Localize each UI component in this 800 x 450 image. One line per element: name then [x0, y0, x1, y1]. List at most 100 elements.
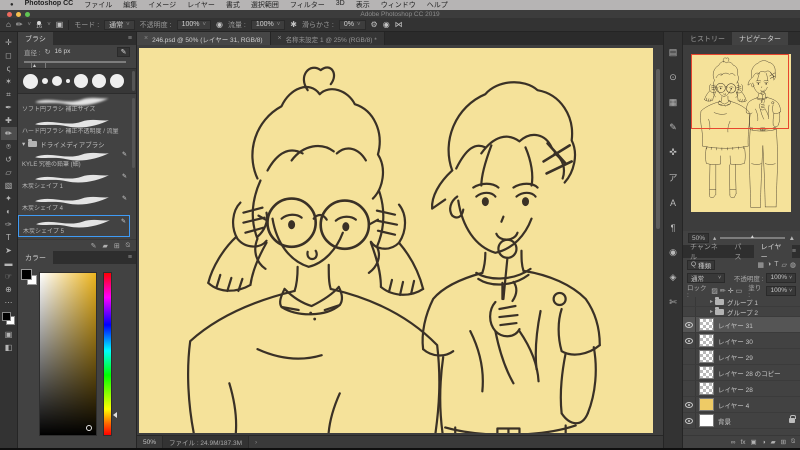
pressure-opacity-icon[interactable]: ◉ [216, 20, 223, 29]
pressure-size-icon[interactable]: ◉ [383, 20, 390, 29]
visibility-cell[interactable] [683, 297, 696, 306]
slider-thumb[interactable]: ▲ [750, 234, 755, 240]
fill-select[interactable]: 100% ˅ [766, 285, 796, 296]
layer-row-1[interactable]: ▸ グループ 2 [683, 306, 800, 317]
layer-filter-select[interactable]: Q 種類 [687, 259, 716, 270]
lock-position-icon[interactable]: ✛ [728, 287, 734, 295]
brush-row-6[interactable]: ✎ 木炭シェイプ 5 [18, 215, 130, 237]
brush-tip-preset-5[interactable] [92, 74, 106, 88]
tab-paths[interactable]: パス [727, 244, 753, 261]
quick-mask-icon[interactable]: ▣ [1, 328, 17, 341]
filter-pixel-layers-icon[interactable]: ▦ [757, 261, 764, 269]
tab-navigator[interactable]: ナビゲーター [732, 32, 788, 45]
stroke-preview-icon[interactable]: ✎ [91, 242, 97, 250]
crop-tool[interactable]: ⌗ [1, 88, 17, 101]
magic-wand-tool[interactable]: ✶ [1, 75, 17, 88]
histogram-panel-icon[interactable]: ▤ [664, 40, 682, 65]
hue-strip[interactable] [103, 272, 112, 436]
link-layers-icon[interactable]: ∞ [731, 439, 736, 446]
lock-artboard-icon[interactable]: ▭ [736, 287, 743, 295]
tab-channels[interactable]: チャンネル [683, 244, 727, 261]
color-swatch-pair[interactable] [21, 269, 37, 285]
brush-row-0[interactable]: ソフト円ブラシ 補正サイズ [18, 94, 130, 116]
layer-mask-icon[interactable]: ▣ [751, 438, 757, 446]
tab-history[interactable]: ヒストリー [683, 32, 732, 45]
chevron-down-icon[interactable]: ˅ [28, 22, 32, 28]
layer-effects-icon[interactable]: fx [740, 439, 745, 446]
pen-tool[interactable]: ✑ [1, 218, 17, 231]
eraser-tool[interactable]: ▱ [1, 166, 17, 179]
status-chevron-icon[interactable]: › [255, 439, 257, 446]
delete-brush-icon[interactable]: ⍉ [126, 242, 130, 250]
menu-item-0[interactable]: Photoshop CC [25, 0, 74, 10]
reset-diameter-icon[interactable]: ↻ [45, 48, 51, 56]
new-brush-icon[interactable]: ⊞ [114, 242, 120, 250]
move-tool[interactable]: ✛ [1, 36, 17, 49]
layer-row-5[interactable]: レイヤー 28 のコピー [683, 365, 800, 381]
foreground-color-swatch[interactable] [21, 269, 32, 280]
panel-menu-icon[interactable]: ≡ [128, 35, 132, 42]
smoothing-select[interactable]: 0% ˅ [338, 19, 366, 30]
brush-row-1[interactable]: ハード円ブラシ 補正不透明度 / 流量 [18, 116, 130, 138]
type-tool[interactable]: T [1, 231, 17, 244]
menu-item-10[interactable]: ウィンドウ [381, 0, 416, 10]
foreground-color-swatch[interactable] [2, 312, 11, 321]
menu-item-1[interactable]: ファイル [84, 0, 112, 10]
character-panel-icon[interactable]: ア [664, 165, 682, 190]
brush-row-4[interactable]: ✎ 木炭シェイプ 1 [18, 171, 130, 193]
menu-item-5[interactable]: 書式 [226, 0, 240, 10]
brush-preset-picker[interactable]: 16 [36, 20, 42, 29]
marquee-tool[interactable]: ◻ [1, 49, 17, 62]
foreground-background-swatch[interactable] [2, 312, 15, 325]
dodge-tool[interactable]: ◐ [1, 205, 17, 218]
layer-row-3[interactable]: レイヤー 30 [683, 333, 800, 349]
scrollbar-thumb[interactable] [656, 69, 660, 229]
brush-tool[interactable]: ✏ [0, 127, 17, 140]
gradient-tool[interactable]: ▧ [1, 179, 17, 192]
clone-source-panel-icon[interactable]: ✜ [664, 140, 682, 165]
blur-tool[interactable]: ✦ [1, 192, 17, 205]
diameter-slider[interactable]: ▲ [18, 58, 136, 75]
menu-item-11[interactable]: ヘルプ [427, 0, 448, 10]
tab-brushes[interactable]: ブラシ [18, 32, 53, 45]
brush-tip-preset-2[interactable] [52, 76, 62, 86]
visibility-cell[interactable] [683, 397, 696, 412]
lock-paint-icon[interactable]: ✏ [720, 287, 726, 295]
delete-layer-icon[interactable]: ⍉ [791, 438, 795, 446]
clone-stamp-tool[interactable]: ⍟ [1, 140, 17, 153]
screen-mode-icon[interactable]: ◧ [1, 341, 17, 354]
properties-panel-icon[interactable]: ✄ [664, 290, 682, 315]
zoom-tool[interactable]: ⊕ [1, 283, 17, 296]
zoom-level-field[interactable]: 50% [143, 439, 156, 446]
opacity-select[interactable]: 100% ˅ [176, 19, 211, 30]
new-group-icon[interactable]: ▰ [771, 438, 776, 446]
airbrush-icon[interactable]: ✱ [290, 20, 297, 29]
home-icon[interactable]: ⌂ [6, 20, 11, 29]
lasso-tool[interactable]: ς [1, 62, 17, 75]
apple-menu-icon[interactable]: ● [10, 2, 14, 8]
symmetry-icon[interactable]: ⋈ [395, 20, 403, 29]
canvas-vertical-scrollbar[interactable] [655, 49, 661, 431]
shape-tool[interactable]: ▬ [1, 257, 17, 270]
new-layer-icon[interactable]: ⊞ [781, 438, 786, 446]
menu-item-8[interactable]: 3D [336, 0, 345, 10]
visibility-cell[interactable] [683, 381, 696, 396]
brush-tip-preset-3[interactable] [66, 79, 70, 83]
brush-list-scrollbar[interactable] [132, 98, 135, 168]
adjustment-layer-icon[interactable]: ◑ [762, 439, 766, 446]
document-tab-active[interactable]: × 246.psd @ 50% (レイヤー 31, RGB/8) [137, 32, 271, 45]
hand-tool[interactable]: ☞ [1, 270, 17, 283]
path-select-tool[interactable]: ➤ [1, 244, 17, 257]
brush-tip-preset-1[interactable] [42, 78, 48, 84]
chevron-down-icon[interactable]: ˅ [47, 22, 51, 28]
preset-scrollbar[interactable] [132, 71, 135, 91]
canvas[interactable] [139, 48, 653, 433]
layer-row-4[interactable]: レイヤー 29 [683, 349, 800, 365]
brush-folder-row[interactable]: ▾ ドライメディアブラシ [18, 138, 130, 149]
close-icon[interactable]: × [144, 35, 148, 42]
glyphs-panel-icon[interactable]: A [664, 190, 682, 215]
brush-row-3[interactable]: ✎ KYLE 究極の鉛筆 (細) [18, 149, 130, 171]
saturation-brightness-field[interactable] [39, 272, 97, 436]
info-panel-icon[interactable]: ⊙ [664, 65, 682, 90]
brush-row-5[interactable]: ✎ 木炭シェイプ 4 [18, 193, 130, 215]
